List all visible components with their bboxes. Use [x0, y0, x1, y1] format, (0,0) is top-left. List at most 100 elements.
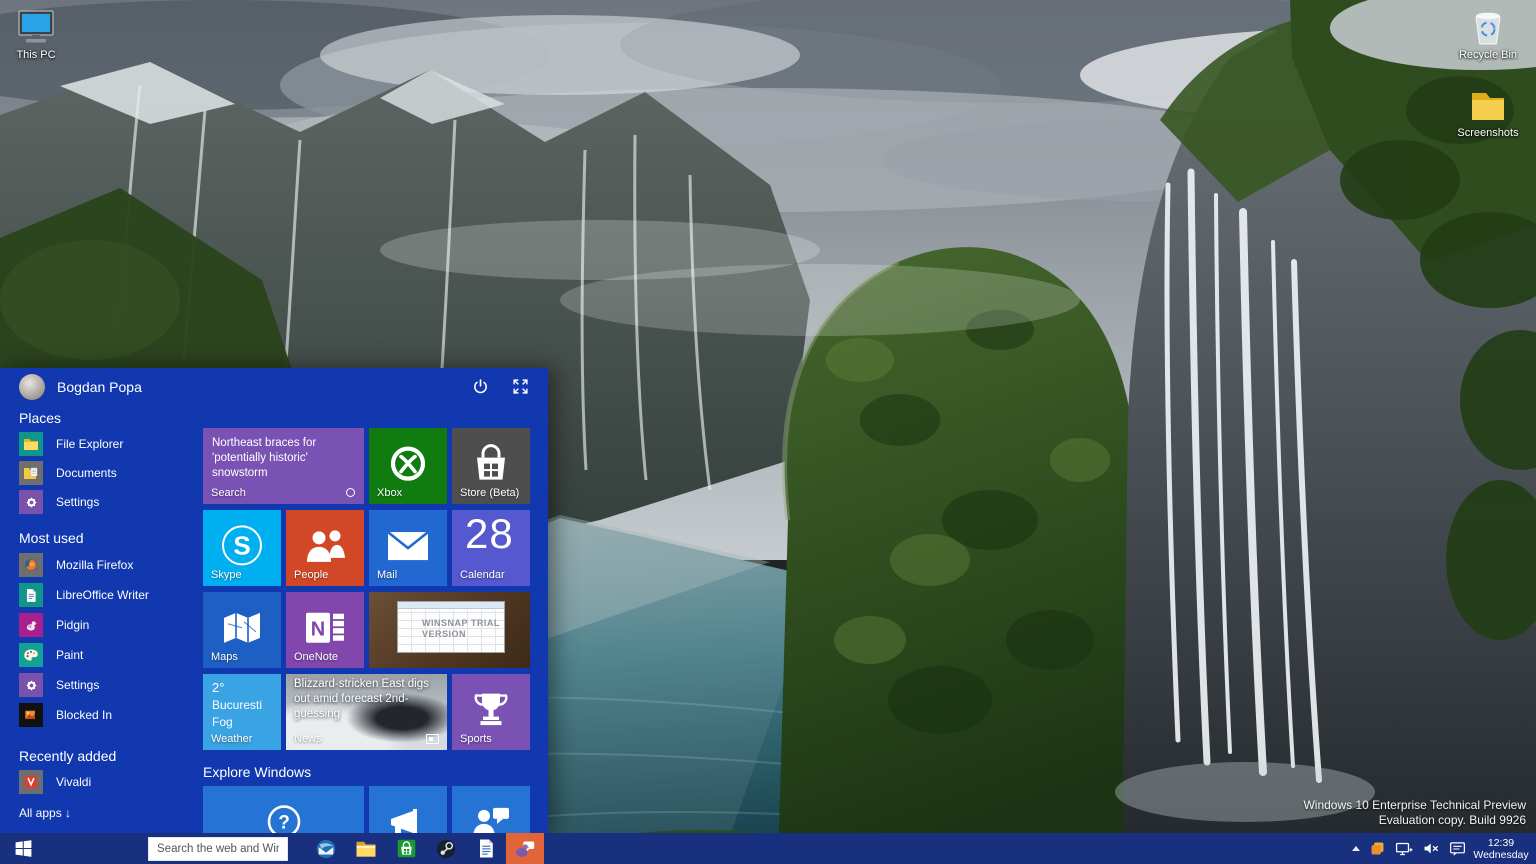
tile-skype[interactable]: S Skype [203, 510, 281, 586]
skype-icon: S [222, 525, 262, 566]
most-used-item-blocked-in[interactable]: Blocked In [19, 703, 199, 727]
tile-people[interactable]: People [286, 510, 364, 586]
section-header-places: Places [19, 410, 62, 426]
user-avatar [19, 374, 45, 400]
tile-label: OneNote [294, 651, 339, 663]
search-live-headline: Northeast braces for 'potentially histor… [212, 437, 317, 479]
tile-store-beta[interactable]: Store (Beta) [452, 428, 530, 504]
action-center-icon[interactable] [1449, 841, 1466, 857]
most-used-item-firefox[interactable]: Mozilla Firefox [19, 553, 199, 577]
power-button[interactable] [470, 376, 490, 396]
places-item-settings[interactable]: Settings [19, 490, 199, 514]
places-item-label: File Explorer [56, 437, 124, 451]
network-icon[interactable] [1395, 841, 1414, 857]
tile-winsnap-live-preview[interactable]: WINSNAP TRIAL VERSION [369, 592, 530, 668]
section-header-most-used: Most used [19, 530, 84, 546]
weather-temperature: 2° [212, 680, 225, 695]
gear-icon [26, 680, 36, 690]
taskbar-app-pidgin[interactable] [506, 833, 544, 864]
people-icon [307, 530, 345, 562]
tile-label: Skype [211, 569, 242, 581]
winsnap-window-thumbnail: WINSNAP TRIAL VERSION [397, 601, 505, 653]
taskbar-app-libreoffice-writer[interactable] [466, 833, 506, 864]
vivaldi-icon [25, 776, 37, 788]
volume-muted-icon[interactable] [1423, 841, 1440, 856]
taskbar-app-steam[interactable] [426, 833, 466, 864]
tile-explore-contact[interactable] [452, 786, 530, 833]
person-chat-icon [473, 807, 509, 833]
hidden-icons-caret[interactable] [1352, 846, 1360, 851]
places-item-documents[interactable]: Documents [19, 461, 199, 485]
firefox-icon [25, 559, 37, 571]
windows-start-icon [15, 840, 31, 857]
taskbar-app-store[interactable] [386, 833, 426, 864]
watermark-line1: Windows 10 Enterprise Technical Preview [1303, 798, 1526, 812]
news-live-headline: Blizzard-stricken East digs out amid for… [294, 678, 429, 720]
system-tray [1352, 833, 1466, 864]
gear-icon [26, 497, 36, 507]
tile-news[interactable]: Blizzard-stricken East digs out amid for… [286, 674, 447, 750]
expand-start-button[interactable] [510, 376, 530, 396]
taskbar-clock[interactable]: 12:39 Wednesday [1470, 833, 1532, 864]
most-used-item-label: Settings [56, 678, 100, 692]
thunderbird-icon [316, 839, 336, 858]
most-used-item-paint[interactable]: Paint [19, 643, 199, 667]
power-icon [473, 378, 487, 393]
start-button[interactable] [0, 833, 46, 864]
all-apps-button[interactable]: All apps ↓ [19, 806, 199, 820]
expand-icon [512, 378, 528, 394]
tile-search[interactable]: Northeast braces for 'potentially histor… [203, 428, 364, 504]
tile-label: People [294, 569, 329, 581]
taskbar-search-input[interactable] [148, 836, 288, 861]
trophy-icon [474, 693, 508, 726]
clock-day: Wednesday [1473, 848, 1529, 861]
tile-onenote[interactable]: N OneNote [286, 592, 364, 668]
desktop-icon-this-pc[interactable]: This PC [0, 8, 72, 61]
most-used-item-label: LibreOffice Writer [56, 588, 149, 602]
xbox-icon [390, 446, 426, 481]
most-used-item-label: Blocked In [56, 708, 113, 722]
tile-explore-help[interactable]: ? [203, 786, 364, 833]
most-used-item-pidgin[interactable]: Pidgin [19, 613, 199, 637]
tile-calendar[interactable]: 28 Calendar [452, 510, 530, 586]
taskbar-app-file-explorer[interactable] [346, 833, 386, 864]
newspaper-icon [426, 734, 439, 744]
store-bag-icon [477, 444, 505, 480]
file-explorer-icon [356, 841, 376, 857]
tile-label: Weather [211, 733, 253, 745]
section-header-recently-added: Recently added [19, 748, 117, 764]
notification-app-icon[interactable] [1369, 840, 1386, 857]
question-circle-icon: ? [267, 805, 300, 833]
recently-added-item-label: Vivaldi [56, 775, 92, 789]
most-used-item-label: Paint [56, 648, 84, 662]
desktop-icon-screenshots[interactable]: Screenshots [1452, 86, 1524, 139]
recycle-bin-icon [1475, 12, 1501, 45]
recently-added-item-vivaldi[interactable]: Vivaldi [19, 770, 199, 794]
desktop-icon-recycle-bin[interactable]: Recycle Bin [1452, 8, 1524, 61]
most-used-item-libreoffice-writer[interactable]: LibreOffice Writer [19, 583, 199, 607]
file-explorer-icon [24, 439, 38, 450]
taskbar: 12:39 Wednesday [0, 833, 1536, 864]
clock-time: 12:39 [1487, 836, 1515, 849]
svg-text:N: N [311, 619, 325, 641]
most-used-item-settings[interactable]: Settings [19, 673, 199, 697]
tile-mail[interactable]: Mail [369, 510, 447, 586]
places-item-label: Documents [56, 466, 117, 480]
user-account[interactable]: Bogdan Popa [19, 374, 199, 400]
winsnap-watermark-text: WINSNAP TRIAL VERSION [422, 618, 500, 639]
tile-sports[interactable]: Sports [452, 674, 530, 750]
tile-xbox[interactable]: Xbox [369, 428, 447, 504]
tile-maps[interactable]: Maps [203, 592, 281, 668]
desktop-icon-label: This PC [16, 49, 56, 61]
libreoffice-writer-icon [480, 839, 493, 858]
taskbar-app-thunderbird[interactable] [306, 833, 346, 864]
places-item-file-explorer[interactable]: File Explorer [19, 432, 199, 456]
live-tile-badge-icon [346, 488, 355, 497]
tile-explore-feedback[interactable] [369, 786, 447, 833]
tile-label: Store (Beta) [460, 487, 520, 499]
writer-document-icon [26, 588, 36, 602]
most-used-item-label: Mozilla Firefox [56, 558, 134, 572]
tile-weather[interactable]: 2° Bucuresti Fog Weather [203, 674, 281, 750]
blocked-in-icon [24, 710, 35, 719]
tile-label: Maps [211, 651, 238, 663]
